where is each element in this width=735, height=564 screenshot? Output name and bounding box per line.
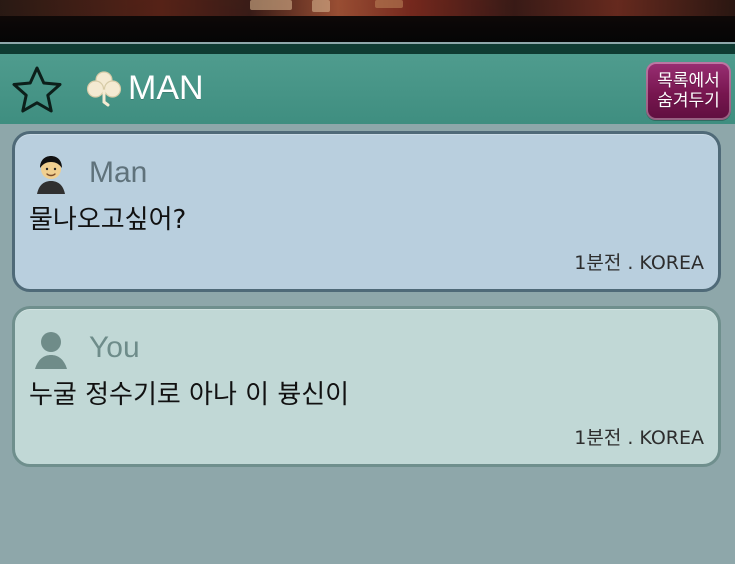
top-banner	[0, 0, 735, 42]
man-avatar-icon	[37, 156, 65, 194]
clover-icon	[86, 71, 122, 107]
message-card-man: Man 물나오고싶어? 1분전 . KOREA	[12, 131, 721, 292]
message-meta: 1분전 . KOREA	[574, 252, 704, 274]
chat-header: MAN 목록에서 숨겨두기	[0, 44, 735, 124]
hide-button-label-line-2: 숨겨두기	[657, 91, 720, 111]
star-icon[interactable]	[8, 62, 66, 120]
message-text: 물나오고싶어?	[29, 205, 187, 235]
chat-title: MAN	[128, 69, 204, 107]
hide-from-list-button[interactable]: 목록에서 숨겨두기	[646, 62, 731, 120]
message-meta: 1분전 . KOREA	[574, 427, 704, 449]
sender-name: Man	[89, 156, 148, 189]
message-card-you: You 누굴 정수기로 아나 이 븅신이 1분전 . KOREA	[12, 306, 721, 467]
banner-image	[0, 0, 735, 16]
hide-button-label-line-1: 목록에서	[657, 71, 720, 91]
user-silhouette-icon	[35, 332, 67, 369]
message-text: 누굴 정수기로 아나 이 븅신이	[29, 380, 350, 410]
sender-name: You	[89, 331, 140, 364]
